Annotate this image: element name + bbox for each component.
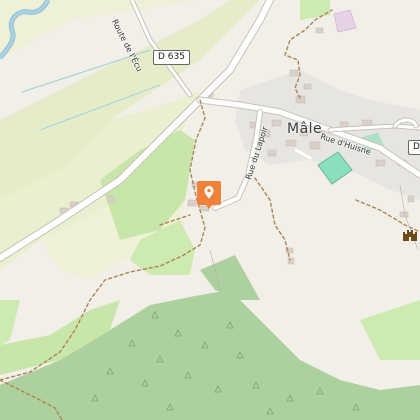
map-pin-icon (197, 181, 221, 209)
map-canvas[interactable]: Mâle Route de l'Écu Rue d'Huisne Rue du … (0, 0, 420, 420)
map-base-layer (0, 0, 420, 420)
road-shield-d635: D 635 (153, 50, 190, 65)
place-label-male: Mâle (287, 121, 323, 137)
castle-poi[interactable] (403, 229, 417, 241)
map-pin-marker[interactable] (196, 180, 222, 210)
castle-icon (403, 230, 417, 241)
road-shield-d: D (408, 140, 420, 155)
